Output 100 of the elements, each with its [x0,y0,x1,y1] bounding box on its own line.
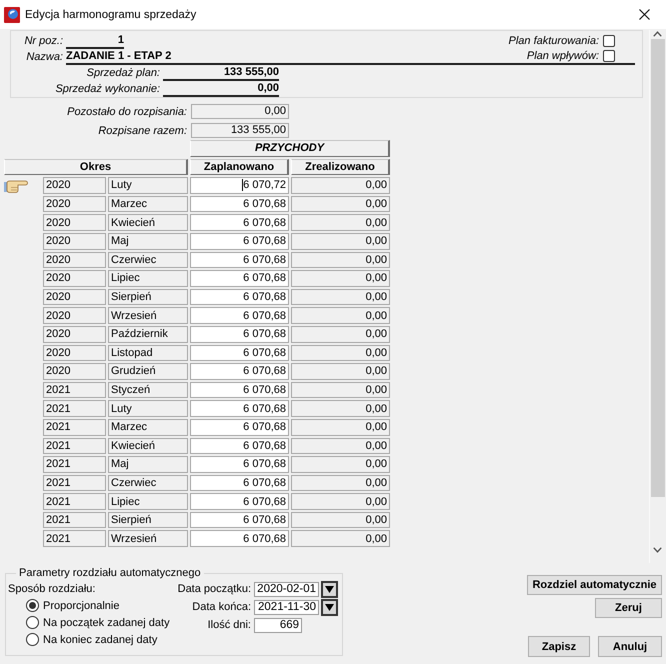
planned-amount-input[interactable]: 6 070,68 [190,214,289,231]
name-value: ZADANIE 1 - ETAP 2 [66,50,172,62]
column-header: Zaplanowano [190,158,289,176]
dropdown-button[interactable] [321,598,338,616]
realized-cell: 0,00 [291,418,390,436]
planned-amount-input[interactable]: 6 070,68 [190,418,289,436]
triangle-down-icon [325,586,334,592]
realized-cell: 0,00 [291,177,390,194]
close-icon [638,9,650,20]
year-cell: 2020 [43,288,106,306]
planned-amount-input[interactable]: 6 070,68 [190,363,289,380]
column-header: Zrealizowano [291,158,390,176]
realized-cell: 0,00 [291,363,390,380]
field-label: Ilość dni: [208,619,251,631]
month-cell: Marzec [108,196,188,212]
planned-amount-input[interactable]: 6 070,68 [190,512,289,528]
reset-button[interactable]: Zeruj [595,598,662,618]
chevron-up-icon[interactable] [653,31,662,37]
scrollbar-thumb[interactable] [650,39,664,497]
realized-cell: 0,00 [291,252,390,268]
planned-amount-input[interactable]: 6 070,68 [190,400,289,417]
radio-option[interactable]: Na koniec zadanej daty [26,633,158,646]
planned-amount-input[interactable]: 6 070,72 [190,177,289,194]
group-header: PRZYCHODY [190,140,390,157]
dropdown-button[interactable] [321,580,338,598]
month-cell: Kwiecień [108,214,188,231]
realized-cell: 0,00 [291,456,390,473]
month-cell: Kwiecień [108,438,188,454]
month-cell: Wrzesień [108,307,188,324]
date-input[interactable]: 2021-11-30 [254,600,319,614]
month-cell: Marzec [108,418,188,436]
cancel-button[interactable]: Anuluj [598,636,662,657]
date-input[interactable]: 2020-02-01 [254,582,319,596]
planned-amount-input[interactable]: 6 070,68 [190,530,289,548]
number-input[interactable]: 669 [254,618,302,632]
year-cell: 2020 [43,344,106,362]
field-label: Pozostało do rozpisania: [66,106,187,118]
planned-amount-input[interactable]: 6 070,68 [190,382,289,398]
month-cell: Czerwiec [108,474,188,492]
year-cell: 2021 [43,512,106,528]
amount-field: 0,00 [163,82,279,96]
month-cell: Sierpień [108,512,188,528]
month-cell: Czerwiec [108,252,188,268]
year-cell: 2021 [43,382,106,398]
realized-cell: 0,00 [291,196,390,212]
month-cell: Luty [108,177,188,194]
planned-amount-input[interactable]: 6 070,68 [190,270,289,287]
year-cell: 2020 [43,270,106,287]
month-cell: Grudzień [108,363,188,380]
field-label: Sprzedaż wykonanie: [54,83,160,95]
year-cell: 2021 [43,493,106,510]
year-cell: 2020 [43,214,106,231]
checkbox[interactable] [603,35,615,47]
triangle-down-icon [325,604,334,610]
radio-option[interactable]: Proporcjonalnie [26,599,120,612]
field-label: Nazwa: [25,51,63,63]
year-cell: 2020 [43,196,106,212]
year-cell: 2021 [43,530,106,548]
planned-amount-input[interactable]: 6 070,68 [190,232,289,250]
realized-cell: 0,00 [291,326,390,343]
group-title: Parametry rozdziału automatycznego [18,567,202,579]
year-cell: 2020 [43,252,106,268]
planned-amount-input[interactable]: 6 070,68 [190,493,289,510]
realized-cell: 0,00 [291,288,390,306]
realized-cell: 0,00 [291,512,390,528]
year-cell: 2021 [43,438,106,454]
month-cell: Sierpień [108,288,188,306]
distribute-button[interactable]: Rozdziel automatycznie [527,575,662,595]
realized-cell: 0,00 [291,493,390,510]
save-button[interactable]: Zapisz [528,636,590,657]
scrollbar-track[interactable] [649,30,665,563]
planned-amount-input[interactable]: 6 070,68 [190,474,289,492]
realized-cell: 0,00 [291,307,390,324]
checkbox[interactable] [603,50,615,62]
position-field: 1 [66,34,124,48]
planned-amount-input[interactable]: 6 070,68 [190,288,289,306]
planned-amount-input[interactable]: 6 070,68 [190,438,289,454]
planned-amount-input[interactable]: 6 070,68 [190,196,289,212]
planned-amount-input[interactable]: 6 070,68 [190,307,289,324]
year-cell: 2020 [43,363,106,380]
month-cell: Styczeń [108,382,188,398]
chevron-down-icon[interactable] [653,547,662,553]
month-cell: Luty [108,400,188,417]
realized-cell: 0,00 [291,474,390,492]
planned-amount-input[interactable]: 6 070,68 [190,252,289,268]
realized-cell: 0,00 [291,400,390,417]
month-cell: Maj [108,232,188,250]
year-cell: 2021 [43,456,106,473]
field-label: Nr poz.: [23,35,63,47]
realized-cell: 0,00 [291,438,390,454]
field-label: Sposób rozdziału: [8,582,96,594]
realized-cell: 0,00 [291,270,390,287]
checkbox-label: Plan fakturowania: [508,35,599,47]
year-cell: 2021 [43,400,106,417]
radio-option[interactable]: Na początek zadanej daty [26,616,170,629]
globe-icon [4,6,20,22]
planned-amount-input[interactable]: 6 070,68 [190,344,289,362]
planned-amount-input[interactable]: 6 070,68 [190,326,289,343]
planned-amount-input[interactable]: 6 070,68 [190,456,289,473]
readonly-field: 133 555,00 [191,123,289,138]
